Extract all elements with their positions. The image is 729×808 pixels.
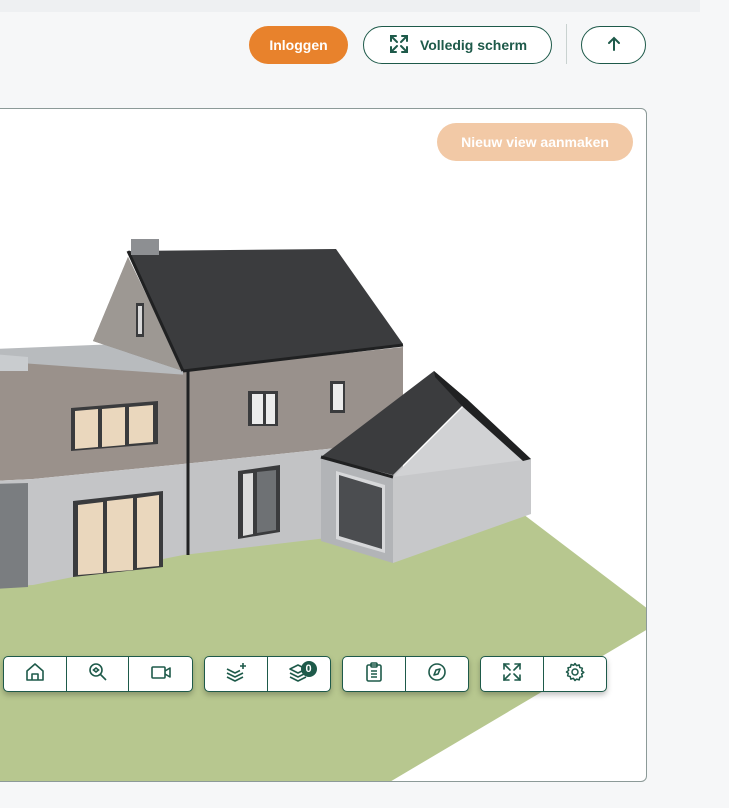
expand-icon — [388, 33, 410, 58]
compass-button[interactable] — [406, 657, 469, 691]
toolbar-navigation-group — [3, 656, 193, 692]
fullscreen-label: Volledig scherm — [419, 37, 528, 53]
home-button[interactable] — [4, 657, 67, 691]
settings-button[interactable] — [544, 657, 607, 691]
layers-count-badge: 0 — [300, 661, 317, 677]
arrow-up-icon — [605, 35, 623, 56]
fullscreen-icon — [501, 661, 523, 688]
new-view-label: Nieuw view aanmaken — [461, 134, 609, 150]
layers-button[interactable]: 0 — [268, 657, 331, 691]
clipboard-icon — [363, 661, 385, 688]
login-button[interactable]: Inloggen — [249, 26, 348, 64]
compass-icon — [426, 661, 448, 688]
camera-button[interactable] — [129, 657, 192, 691]
zoom-icon — [87, 661, 109, 688]
zoom-button[interactable] — [67, 657, 130, 691]
camera-icon — [149, 661, 173, 688]
toolbar-fullscreen-button[interactable] — [481, 657, 544, 691]
right-margin — [700, 0, 729, 808]
settings-icon — [564, 661, 586, 688]
header-divider — [566, 24, 567, 64]
login-label: Inloggen — [269, 37, 328, 53]
3d-viewer[interactable]: Nieuw view aanmaken 0 — [0, 108, 647, 782]
add-layer-icon — [224, 661, 248, 688]
toolbar-layers-group: 0 — [204, 656, 331, 692]
toolbar-view-group — [480, 656, 607, 692]
scroll-up-button[interactable] — [581, 26, 646, 64]
home-icon — [24, 661, 46, 688]
top-strip — [0, 0, 729, 12]
add-layer-button[interactable] — [205, 657, 268, 691]
fullscreen-button[interactable]: Volledig scherm — [363, 26, 552, 64]
new-view-button[interactable]: Nieuw view aanmaken — [437, 123, 633, 161]
clipboard-button[interactable] — [343, 657, 406, 691]
toolbar-tools-group — [342, 656, 469, 692]
